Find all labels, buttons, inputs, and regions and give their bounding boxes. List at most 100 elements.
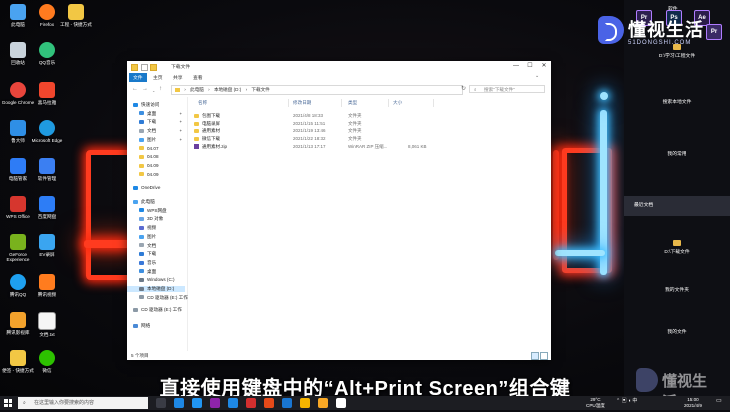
breadcrumb-this-pc[interactable]: 此电脑: [190, 87, 204, 92]
properties-icon[interactable]: [141, 64, 148, 71]
breadcrumb-drive-d[interactable]: 本地磁盘 (D:): [214, 87, 241, 92]
nav-item-20[interactable]: 本地磁盘 (D:): [127, 286, 185, 292]
maximize-button[interactable]: ☐: [523, 61, 537, 72]
tray-icons[interactable]: ⌃ ▣ ◖ 中: [616, 398, 637, 405]
column-header-date[interactable]: 修改日期: [293, 100, 311, 106]
cpu-temperature[interactable]: 29°C CPU温度: [586, 397, 605, 408]
premiere-icon[interactable]: Pr: [706, 24, 722, 40]
column-header-type[interactable]: 类型: [348, 100, 357, 106]
pic-icon: [139, 137, 144, 142]
desktop-icon-tencent-video[interactable]: 腾讯视频: [29, 274, 65, 297]
nav-item-7[interactable]: 04.09: [139, 163, 159, 168]
new-folder-icon[interactable]: [150, 64, 157, 71]
cd-icon: [133, 308, 138, 313]
close-button[interactable]: ✕: [537, 61, 551, 72]
nav-item-22[interactable]: CD 驱动器 (E:) 工作: [133, 307, 182, 313]
tab-view[interactable]: 查看: [189, 73, 207, 82]
taskbar-app-icon[interactable]: [210, 398, 220, 408]
launcher-item-search-local[interactable]: 搜索本地文件: [624, 98, 730, 118]
column-header-name[interactable]: 名称: [198, 100, 207, 106]
nav-item-14[interactable]: 图片: [139, 234, 156, 240]
nav-item-label: 下载: [147, 119, 157, 125]
nav-item-9[interactable]: OneDrive: [133, 185, 160, 190]
launcher-item-download-folder[interactable]: D:\下载文件: [624, 240, 730, 260]
nav-item-17[interactable]: 音乐: [139, 260, 156, 266]
nav-item-15[interactable]: 文档: [139, 243, 156, 249]
folder-icon: [139, 172, 144, 177]
desktop-icon-ximalaya[interactable]: 喜马拉雅: [29, 82, 65, 105]
taskbar-search-input[interactable]: ⌕ 在这里输入你要搜索的内容: [18, 397, 148, 409]
recent-chevron-icon[interactable]: ⌄: [152, 88, 155, 93]
folder-icon: [194, 121, 199, 126]
nav-item-label: OneDrive: [141, 185, 161, 191]
file-row[interactable]: 通用素材 2021/1/19 13:46 文件夹: [188, 128, 428, 135]
nav-item-11[interactable]: WPS网盘: [139, 208, 167, 214]
desktop-icon-software-manager[interactable]: 软件管理: [29, 158, 65, 181]
firefox-icon: [39, 4, 55, 20]
nav-item-18[interactable]: 桌面: [139, 269, 156, 275]
refresh-icon[interactable]: ↻: [461, 85, 466, 92]
taskbar-app-icon[interactable]: [228, 398, 238, 408]
nav-item-2[interactable]: 下载: [139, 119, 156, 125]
taskbar-app-icon[interactable]: [282, 398, 292, 408]
nav-item-4[interactable]: 图片: [139, 137, 156, 143]
nav-item-21[interactable]: CD 驱动器 (E:) 工作: [139, 295, 188, 301]
desktop-icon-text-file[interactable]: 文档.txt: [29, 312, 65, 337]
desktop-icon-ev-recorder[interactable]: EV录屏: [29, 234, 65, 257]
file-row[interactable]: 微信下载 2021/1/22 18:32 文件夹: [188, 136, 428, 143]
taskbar-app-icon[interactable]: [246, 398, 256, 408]
launcher-item-recent-docs[interactable]: 最近文档: [624, 196, 730, 216]
nav-item-0[interactable]: 快速访问: [133, 102, 159, 108]
launcher-item-my-folders[interactable]: 我的文件夹: [624, 286, 730, 306]
desktop-icon-project-shortcut[interactable]: 工程 - 快捷方式: [58, 4, 94, 27]
nav-item-8[interactable]: 04.09: [139, 172, 159, 177]
forward-arrow-icon[interactable]: →: [142, 86, 148, 92]
notification-icon[interactable]: ▭: [716, 398, 722, 405]
file-name: 微信下载: [202, 136, 220, 142]
desktop-icon-qqmusic[interactable]: QQ音乐: [29, 42, 65, 65]
launcher-item-favorites[interactable]: 我的常用: [624, 150, 730, 170]
desktop-icon-wechat[interactable]: 微信: [29, 350, 65, 373]
nav-item-16[interactable]: 下载: [139, 251, 156, 257]
minimize-button[interactable]: —: [509, 61, 523, 72]
file-row[interactable]: 包图下载 2021/4/8 18:33 文件夹: [188, 113, 428, 120]
nav-item-5[interactable]: 04.07: [139, 146, 159, 151]
desktop-icon-edge[interactable]: Microsoft Edge: [29, 120, 65, 143]
taskbar-app-icon[interactable]: [318, 398, 328, 408]
folder-icon: [68, 4, 84, 20]
file-row[interactable]: 电脑录屏 2021/1/15 11:51 文件夹: [188, 121, 428, 128]
icons-view-button[interactable]: [540, 352, 548, 360]
folder-icon: [194, 114, 199, 118]
nav-item-13[interactable]: 视频: [139, 225, 156, 231]
tab-home[interactable]: 主页: [149, 73, 167, 82]
nav-item-12[interactable]: 3D 对象: [139, 216, 163, 222]
ribbon-expand-icon[interactable]: ⌄: [531, 73, 543, 80]
clock[interactable]: 15:00 2021/4/9: [684, 397, 702, 408]
windows-start-icon[interactable]: [4, 399, 12, 407]
launcher-item-my-files[interactable]: 我的文件: [624, 328, 730, 348]
breadcrumb-download-folder[interactable]: 下载文件: [251, 87, 269, 92]
details-view-button[interactable]: [531, 352, 539, 360]
taskbar-app-icon[interactable]: [174, 398, 184, 408]
nav-item-3[interactable]: 文档: [139, 128, 156, 134]
taskbar-app-icon[interactable]: [192, 398, 202, 408]
search-input[interactable]: ⌕ 搜索"下载文件": [469, 85, 545, 93]
tab-share[interactable]: 共享: [169, 73, 187, 82]
nav-item-19[interactable]: Windows (C:): [139, 277, 175, 282]
taskbar-app-icon[interactable]: [264, 398, 274, 408]
taskbar-app-icon[interactable]: [336, 398, 346, 408]
address-bar[interactable]: › 此电脑 › 本地磁盘 (D:) › 下载文件: [171, 85, 463, 95]
wallpaper-neon-shape: [555, 250, 605, 256]
nav-item-10[interactable]: 此电脑: [133, 199, 155, 205]
taskbar-app-icon[interactable]: [300, 398, 310, 408]
taskbar-app-icon[interactable]: [156, 398, 166, 408]
nav-item-6[interactable]: 04.08: [139, 154, 159, 159]
column-header-size[interactable]: 大小: [393, 100, 402, 106]
up-arrow-icon[interactable]: ↑: [159, 86, 162, 92]
tab-file[interactable]: 文件: [129, 73, 147, 82]
desktop-icon-baidu-netdisk[interactable]: 百度网盘: [29, 196, 65, 219]
nav-item-23[interactable]: 网络: [133, 323, 150, 329]
nav-item-1[interactable]: 桌面: [139, 111, 156, 117]
back-arrow-icon[interactable]: ←: [132, 86, 138, 92]
file-row[interactable]: 通用素材.zip 2021/1/13 17:17 WinRAR ZIP 压缩... 8…: [188, 143, 428, 151]
